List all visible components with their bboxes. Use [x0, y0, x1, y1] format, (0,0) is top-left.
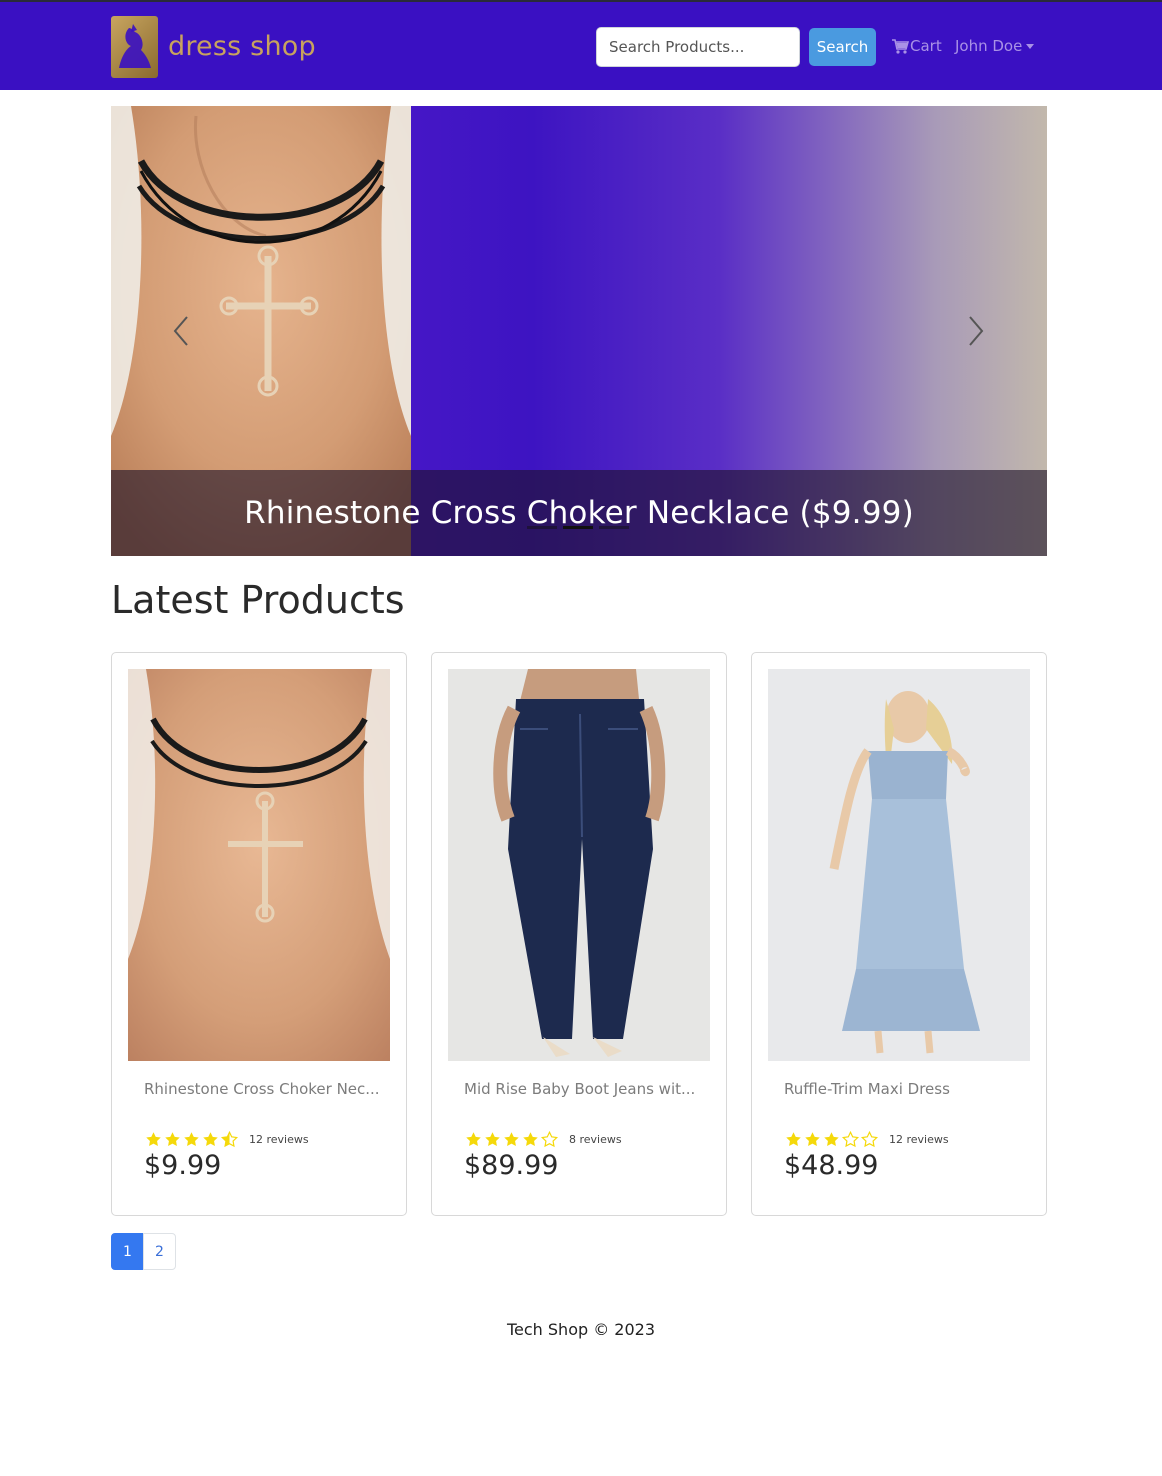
section-title: Latest Products [111, 578, 405, 622]
logo-icon [111, 15, 158, 78]
star-empty-icon [540, 1131, 559, 1148]
pagination: 1 2 [111, 1233, 176, 1270]
footer-copyright: Tech Shop © 2023 [506, 1320, 656, 1339]
product-image[interactable] [448, 669, 710, 1061]
page-link-2[interactable]: 2 [143, 1233, 176, 1270]
star-full-icon [165, 1132, 180, 1147]
product-image[interactable] [768, 669, 1030, 1061]
carousel-next-icon[interactable] [966, 314, 986, 348]
star-full-icon [824, 1132, 839, 1147]
star-empty-icon [860, 1131, 879, 1148]
search-input[interactable] [596, 27, 800, 67]
product-price: $48.99 [784, 1150, 879, 1181]
carousel-indicators [527, 526, 629, 529]
user-dropdown[interactable]: John Doe [955, 37, 1035, 55]
product-card[interactable]: Rhinestone Cross Choker Nec... 12 review… [111, 652, 407, 1216]
product-rating: 12 reviews [784, 1131, 949, 1148]
product-name-link[interactable]: Rhinestone Cross Choker Nec... [144, 1080, 384, 1098]
star-full-icon [504, 1132, 519, 1147]
user-name: John Doe [955, 37, 1023, 55]
product-rating: 12 reviews [144, 1131, 309, 1148]
navbar: dress shop Search Cart John Doe [0, 0, 1162, 90]
product-price: $9.99 [144, 1150, 222, 1181]
star-full-icon [203, 1132, 218, 1147]
cart-label: Cart [910, 37, 942, 55]
carousel-prev-icon[interactable] [171, 314, 191, 348]
product-image[interactable] [128, 669, 390, 1061]
review-count: 12 reviews [889, 1133, 949, 1146]
cart-link[interactable]: Cart [892, 37, 942, 55]
star-full-icon [805, 1132, 820, 1147]
star-half-icon [220, 1131, 239, 1148]
carousel-indicator[interactable] [527, 526, 557, 529]
caret-down-icon [1026, 43, 1035, 49]
star-full-icon [485, 1132, 500, 1147]
product-carousel[interactable]: Rhinestone Cross Choker Necklace ($9.99) [111, 106, 1047, 556]
brand-link[interactable]: dress shop [111, 15, 316, 78]
carousel-indicator[interactable] [563, 526, 593, 529]
star-full-icon [184, 1132, 199, 1147]
star-full-icon [523, 1132, 538, 1147]
page-link-1[interactable]: 1 [111, 1233, 144, 1270]
star-full-icon [146, 1132, 161, 1147]
review-count: 8 reviews [569, 1133, 622, 1146]
review-count: 12 reviews [249, 1133, 309, 1146]
cart-icon [892, 38, 909, 54]
carousel-indicator[interactable] [599, 526, 629, 529]
star-full-icon [466, 1132, 481, 1147]
product-name-link[interactable]: Ruffle-Trim Maxi Dress [784, 1080, 1024, 1098]
star-empty-icon [841, 1131, 860, 1148]
product-name-link[interactable]: Mid Rise Baby Boot Jeans wit... [464, 1080, 704, 1098]
product-price: $89.99 [464, 1150, 559, 1181]
product-card[interactable]: Mid Rise Baby Boot Jeans wit... 8 review… [431, 652, 727, 1216]
search-button[interactable]: Search [809, 28, 876, 66]
product-rating: 8 reviews [464, 1131, 622, 1148]
brand-text: dress shop [168, 31, 316, 62]
carousel-caption: Rhinestone Cross Choker Necklace ($9.99) [111, 470, 1047, 556]
star-full-icon [786, 1132, 801, 1147]
product-card[interactable]: Ruffle-Trim Maxi Dress 12 reviews $48.99 [751, 652, 1047, 1216]
